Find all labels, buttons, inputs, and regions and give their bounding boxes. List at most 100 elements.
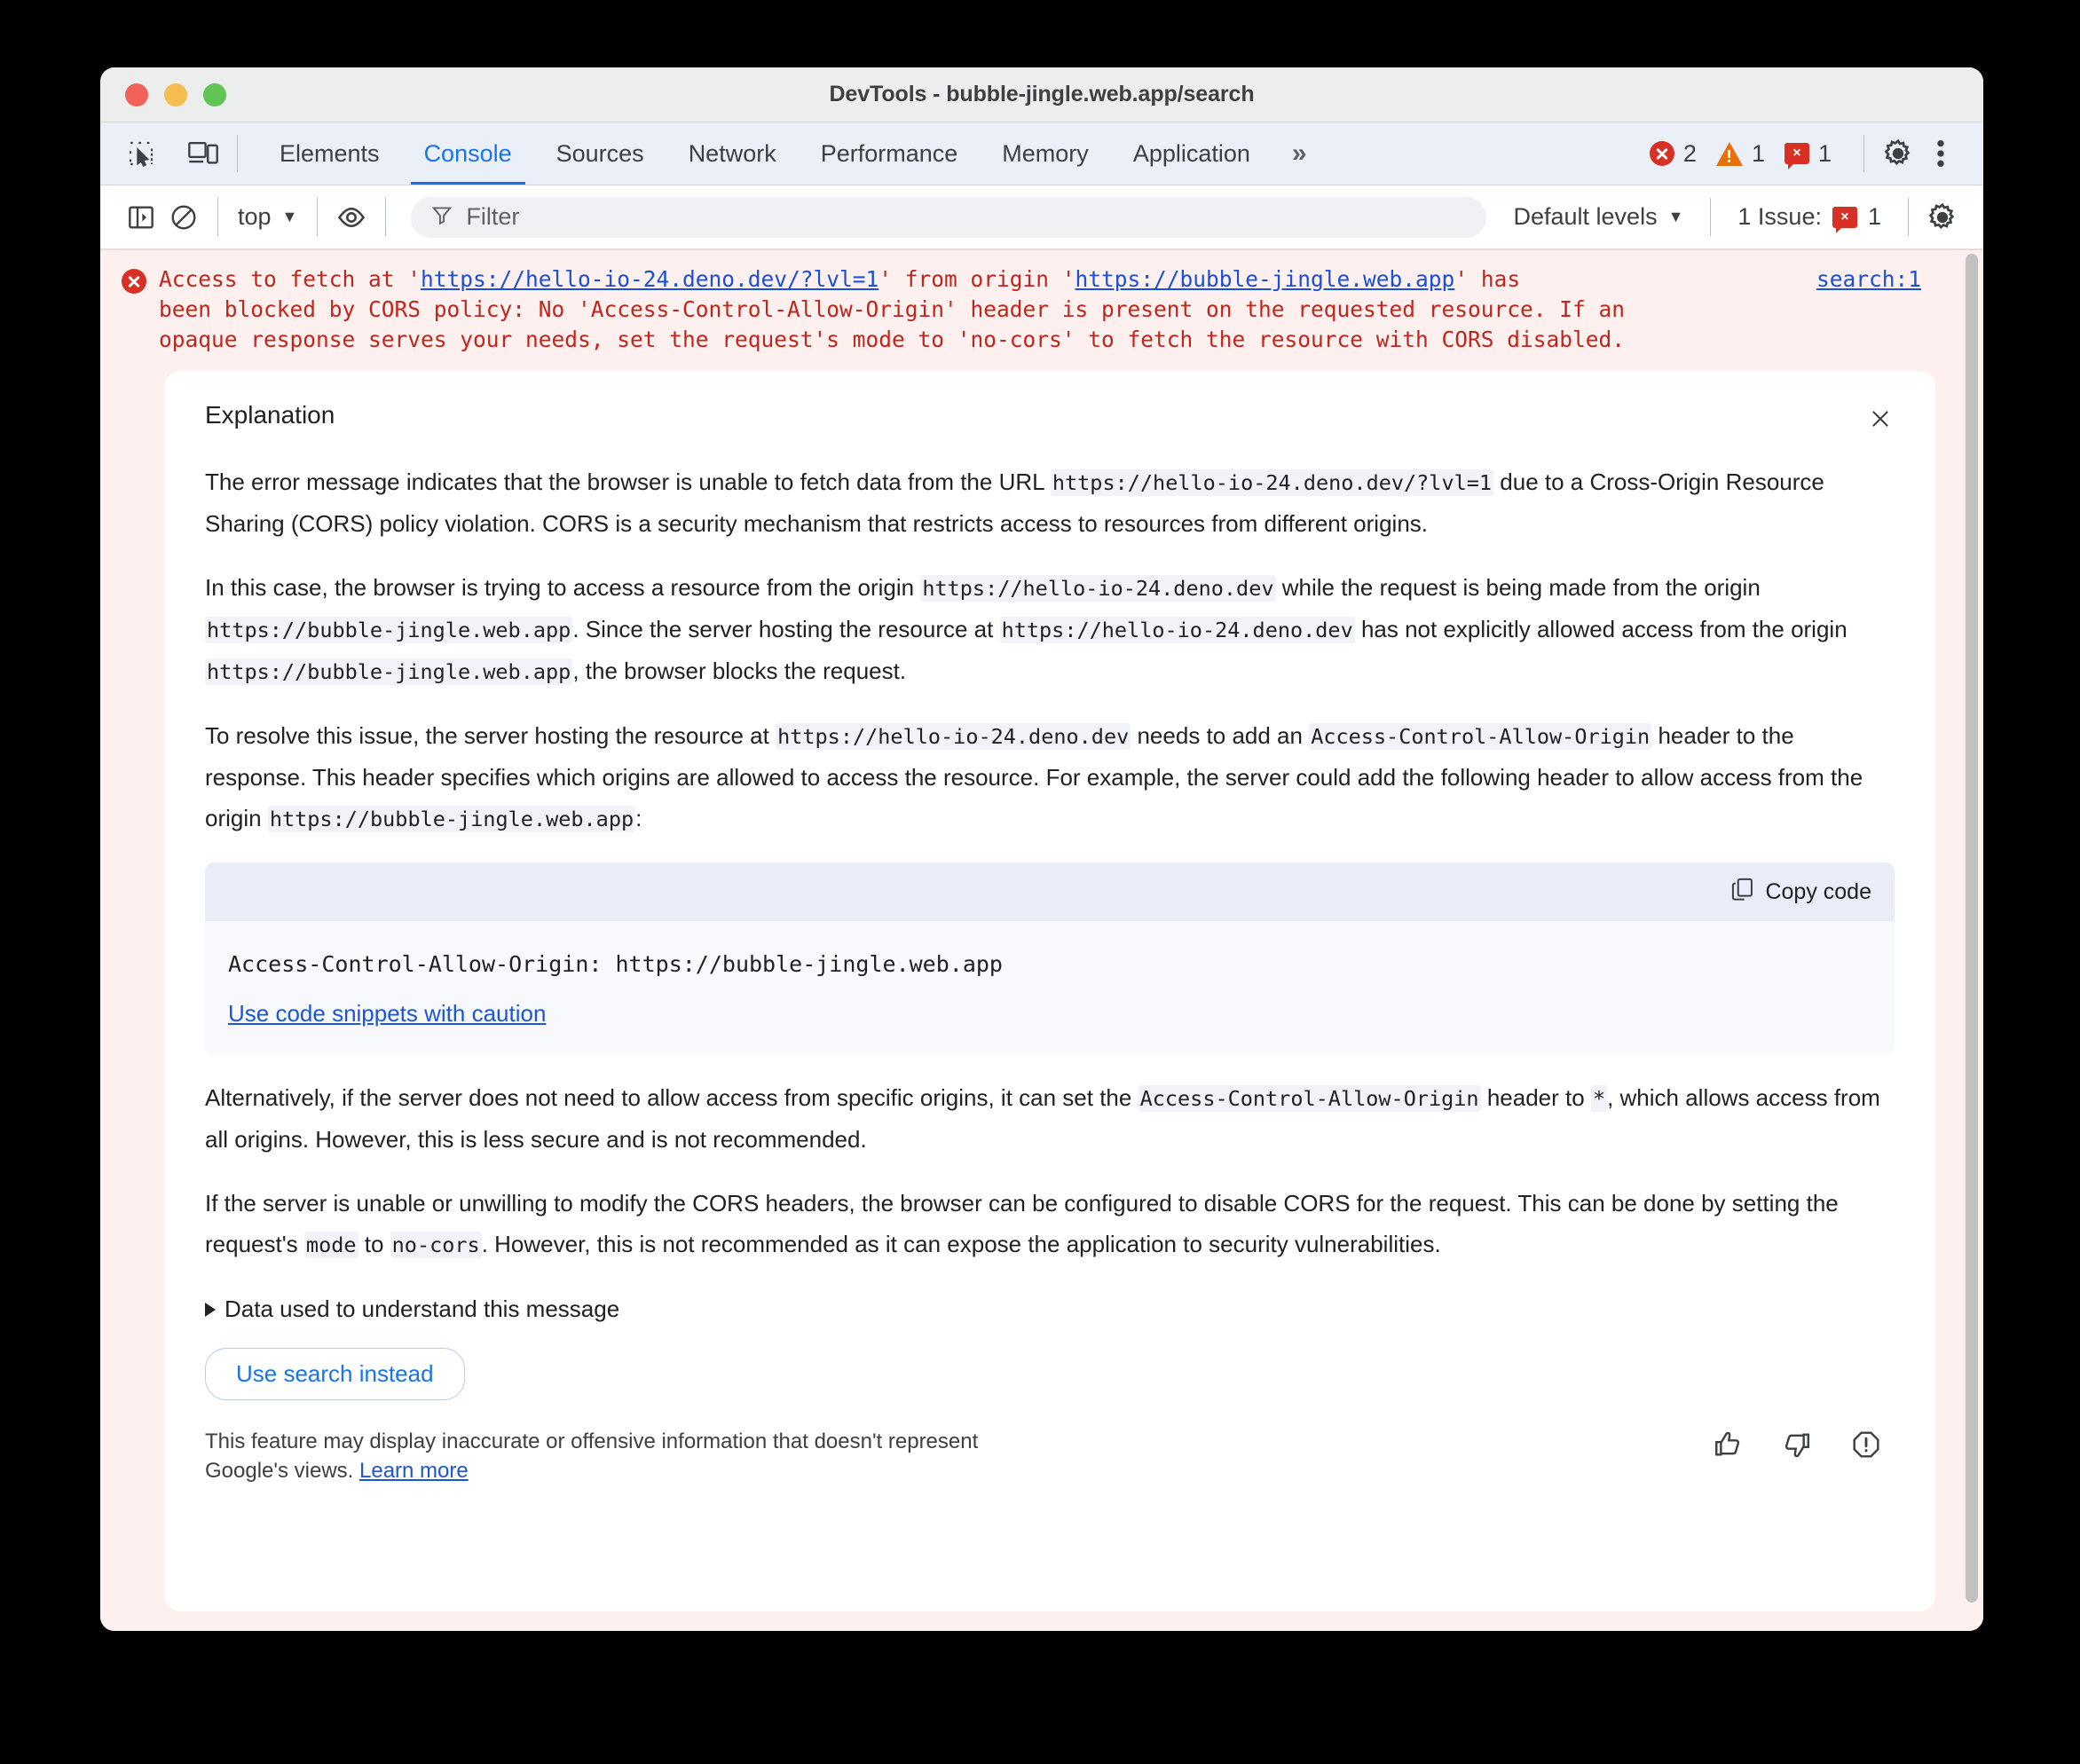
para4-text-2: header to bbox=[1480, 1084, 1591, 1111]
warning-icon bbox=[1715, 141, 1743, 166]
error-link-fetch-url[interactable]: https://hello-io-24.deno.dev/?lvl=1 bbox=[421, 266, 878, 292]
issue-counter[interactable]: × 1 bbox=[1784, 139, 1832, 169]
error-line1-post: ' has bbox=[1454, 266, 1521, 292]
data-used-disclosure[interactable]: Data used to understand this message bbox=[205, 1295, 1895, 1323]
para2-code-2: https://bubble-jingle.web.app bbox=[205, 617, 573, 643]
error-link-origin[interactable]: https://bubble-jingle.web.app bbox=[1075, 266, 1455, 292]
console-scrollbar[interactable] bbox=[1966, 254, 1978, 1627]
para1-text-1: The error message indicates that the bro… bbox=[205, 469, 1051, 495]
explanation-paragraph-1: The error message indicates that the bro… bbox=[205, 461, 1895, 544]
console-toolbar-divider-5 bbox=[1908, 198, 1909, 236]
para2-text-3: . Since the server hosting the resource … bbox=[572, 616, 1000, 642]
gear-icon[interactable] bbox=[1921, 196, 1964, 239]
console-toolbar-divider-3 bbox=[385, 198, 387, 236]
para4-text-1: Alternatively, if the server does not ne… bbox=[205, 1084, 1138, 1111]
console-sidebar-icon[interactable] bbox=[120, 196, 162, 239]
explanation-footer: This feature may display inaccurate or o… bbox=[205, 1427, 1895, 1485]
tab-memory[interactable]: Memory bbox=[980, 122, 1111, 185]
live-expression-icon[interactable] bbox=[330, 196, 373, 239]
explanation-card: Explanation The error message indicates … bbox=[164, 371, 1935, 1611]
thumb-up-icon[interactable] bbox=[1710, 1427, 1745, 1462]
device-toolbar-icon[interactable] bbox=[182, 132, 225, 175]
toolbar-divider bbox=[237, 135, 238, 172]
issues-label: 1 Issue: bbox=[1737, 203, 1822, 230]
error-line1-mid: ' from origin ' bbox=[878, 266, 1075, 292]
more-tabs-icon[interactable]: » bbox=[1272, 122, 1327, 185]
para3-text-2: needs to add an bbox=[1131, 722, 1310, 749]
para5-code-2: no-cors bbox=[390, 1232, 482, 1258]
error-line3: opaque response serves your needs, set t… bbox=[159, 327, 1626, 352]
chevron-right-icon bbox=[205, 1302, 216, 1317]
close-icon[interactable] bbox=[1861, 399, 1900, 438]
window-title: DevTools - bubble-jingle.web.app/search bbox=[829, 82, 1255, 106]
learn-more-link[interactable]: Learn more bbox=[359, 1459, 469, 1483]
execution-context-selector[interactable]: top ▼ bbox=[231, 203, 304, 231]
code-snippet-block: Copy code Access-Control-Allow-Origin: h… bbox=[205, 862, 1895, 1054]
error-count: 2 bbox=[1682, 139, 1697, 167]
console-error-region: Access to fetch at 'https://hello-io-24.… bbox=[100, 249, 1983, 1631]
explanation-paragraph-2: In this case, the browser is trying to a… bbox=[205, 567, 1895, 692]
tabstrip-left-tools bbox=[100, 122, 225, 185]
para3-code-3: https://bubble-jingle.web.app bbox=[267, 806, 636, 832]
panel-tabs: Elements Console Sources Network Perform… bbox=[257, 122, 1327, 185]
tab-console[interactable]: Console bbox=[402, 122, 534, 185]
filter-funnel-icon bbox=[430, 203, 453, 231]
tab-sources[interactable]: Sources bbox=[534, 122, 666, 185]
console-toolbar: top ▼ Filter Default levels ▼ 1 Issue: ×… bbox=[100, 185, 1983, 249]
para4-code-2: * bbox=[1590, 1085, 1608, 1112]
tab-application[interactable]: Application bbox=[1111, 122, 1272, 185]
thumb-down-icon[interactable] bbox=[1779, 1427, 1815, 1462]
tab-network[interactable]: Network bbox=[666, 122, 799, 185]
issue-icon: × bbox=[1832, 206, 1857, 233]
explanation-paragraph-3: To resolve this issue, the server hostin… bbox=[205, 715, 1895, 839]
log-levels-label: Default levels bbox=[1513, 203, 1658, 230]
para1-code-1: https://hello-io-24.deno.dev/?lvl=1 bbox=[1050, 469, 1494, 496]
error-counter[interactable]: 2 bbox=[1649, 139, 1697, 168]
code-snippet-body: Access-Control-Allow-Origin: https://bub… bbox=[205, 921, 1895, 1054]
code-snippet-text: Access-Control-Allow-Origin: https://bub… bbox=[228, 951, 1003, 977]
code-caution-link[interactable]: Use code snippets with caution bbox=[228, 1000, 546, 1028]
window-titlebar: DevTools - bubble-jingle.web.app/search bbox=[100, 67, 1983, 122]
para3-code-2: Access-Control-Allow-Origin bbox=[1309, 723, 1652, 750]
error-line2: been blocked by CORS policy: No 'Access-… bbox=[159, 296, 1626, 322]
explanation-header: Explanation bbox=[205, 401, 1895, 438]
ai-disclaimer: This feature may display inaccurate or o… bbox=[205, 1427, 1004, 1485]
para2-text-4: has not explicitly allowed access from t… bbox=[1354, 616, 1848, 642]
report-icon[interactable] bbox=[1848, 1427, 1884, 1462]
error-icon bbox=[1649, 141, 1674, 166]
execution-context-value: top bbox=[238, 203, 272, 230]
para2-code-4: https://bubble-jingle.web.app bbox=[205, 658, 573, 685]
console-toolbar-divider-4 bbox=[1710, 198, 1712, 236]
tab-performance[interactable]: Performance bbox=[799, 122, 981, 185]
console-error-text: Access to fetch at 'https://hello-io-24.… bbox=[159, 264, 1960, 355]
copy-code-button[interactable]: Copy code bbox=[1731, 877, 1871, 908]
devtools-window: DevTools - bubble-jingle.web.app/search bbox=[100, 67, 1983, 1631]
log-levels-dropdown[interactable]: Default levels ▼ bbox=[1499, 203, 1698, 231]
error-source-link[interactable]: search:1 bbox=[1816, 264, 1921, 295]
console-toolbar-divider-1 bbox=[217, 198, 218, 236]
filter-placeholder: Filter bbox=[466, 203, 520, 230]
copy-code-label: Copy code bbox=[1765, 878, 1871, 904]
para3-text-4: : bbox=[635, 805, 642, 831]
explanation-paragraph-4: Alternatively, if the server does not ne… bbox=[205, 1077, 1895, 1160]
para2-text-1: In this case, the browser is trying to a… bbox=[205, 574, 921, 601]
para2-code-3: https://hello-io-24.deno.dev bbox=[999, 617, 1355, 643]
issues-count: 1 bbox=[1867, 203, 1881, 230]
kebab-menu-icon[interactable] bbox=[1919, 132, 1962, 175]
issues-button[interactable]: 1 Issue: × 1 bbox=[1723, 203, 1895, 233]
inspect-element-icon[interactable] bbox=[120, 132, 162, 175]
use-search-instead-button[interactable]: Use search instead bbox=[205, 1348, 465, 1400]
warning-counter[interactable]: 1 bbox=[1715, 140, 1765, 168]
para5-text-3: . However, this is not recommended as it… bbox=[481, 1231, 1441, 1257]
tab-elements[interactable]: Elements bbox=[257, 122, 402, 185]
code-snippet-header: Copy code bbox=[205, 862, 1895, 921]
scrollbar-thumb[interactable] bbox=[1966, 254, 1978, 1603]
gear-icon[interactable] bbox=[1877, 132, 1919, 175]
console-error-message[interactable]: Access to fetch at 'https://hello-io-24.… bbox=[100, 250, 1960, 367]
ai-disclaimer-text: This feature may display inaccurate or o… bbox=[205, 1429, 979, 1483]
issue-count: 1 bbox=[1817, 139, 1832, 167]
para2-text-5: , the browser blocks the request. bbox=[572, 658, 907, 684]
clear-console-icon[interactable] bbox=[162, 196, 205, 239]
filter-input[interactable]: Filter bbox=[411, 196, 1487, 238]
issue-icon: × bbox=[1784, 143, 1809, 169]
